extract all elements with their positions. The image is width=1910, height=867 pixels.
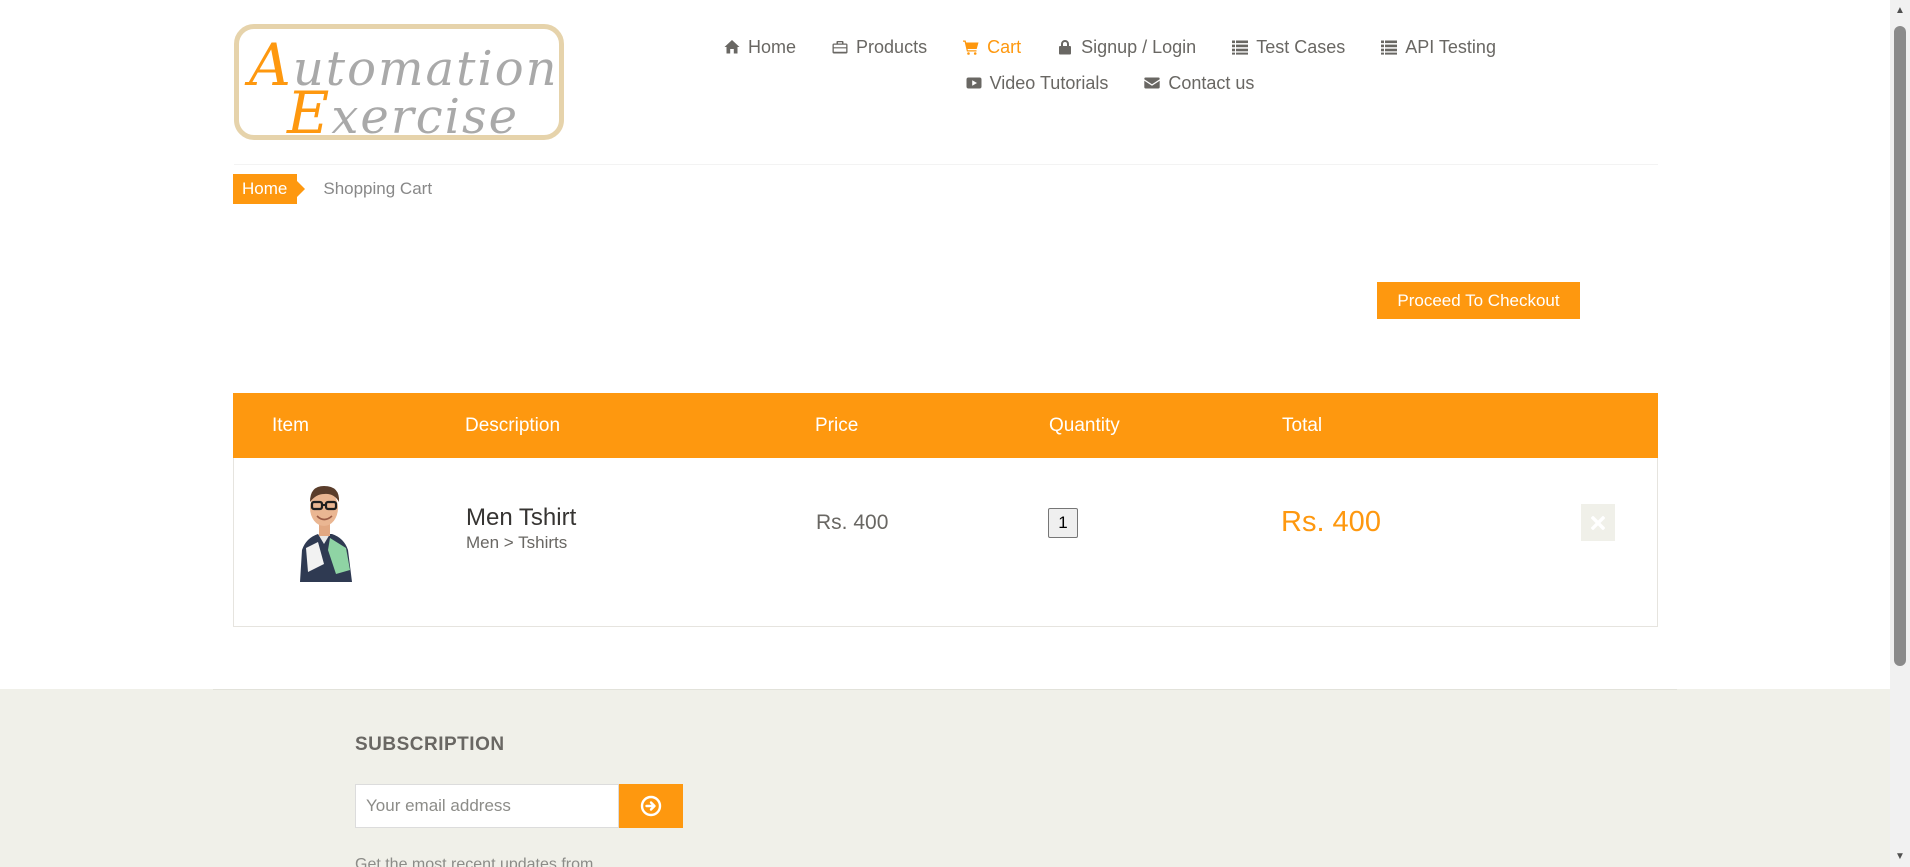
page: Automation Exercise Home Products Cart S… <box>0 0 1890 867</box>
subscription-title: SUBSCRIPTION <box>355 734 505 755</box>
subscription-text: Get the most recent updates from <box>355 856 594 867</box>
product-quantity: 1 <box>1048 508 1078 538</box>
nav-home-label: Home <box>748 36 797 57</box>
nav-contact-us[interactable]: Contact us <box>1144 72 1254 94</box>
product-total: Rs. 400 <box>1281 506 1381 538</box>
nav-signup-login-label: Signup / Login <box>1081 36 1197 57</box>
shopping-cart-icon <box>963 40 979 55</box>
site-logo[interactable]: Automation Exercise <box>234 24 564 140</box>
subscription-email-input[interactable] <box>355 784 619 828</box>
list-icon <box>1232 40 1249 55</box>
main-nav: Home Products Cart Signup / Login Test C… <box>700 36 1520 94</box>
nav-home[interactable]: Home <box>724 36 796 58</box>
breadcrumb-current: Shopping Cart <box>323 179 433 198</box>
nav-cart[interactable]: Cart <box>963 36 1021 58</box>
footer: SUBSCRIPTION Get the most recent updates… <box>0 689 1890 867</box>
product-price: Rs. 400 <box>816 511 889 534</box>
list-icon <box>1381 40 1398 55</box>
nav-api-testing-label: API Testing <box>1405 36 1496 57</box>
breadcrumb-home[interactable]: Home <box>233 174 306 204</box>
product-image[interactable] <box>294 478 354 582</box>
footer-divider <box>213 689 1677 690</box>
cart-table-header: Item Description Price Quantity Total <box>233 393 1658 458</box>
column-header-item: Item <box>272 415 309 436</box>
header-divider <box>234 164 1658 165</box>
nav-contact-us-label: Contact us <box>1168 72 1255 93</box>
nav-cart-label: Cart <box>987 36 1022 57</box>
lock-icon <box>1059 40 1072 55</box>
scroll-down-icon[interactable]: ▼ <box>1890 848 1910 865</box>
nav-signup-login[interactable]: Signup / Login <box>1057 36 1196 58</box>
logo-rest-2: xercise <box>331 89 520 140</box>
table-row: Men Tshirt Men > Tshirts Rs. 400 1 Rs. 4… <box>234 458 1657 626</box>
logo-line-2: Exercise <box>287 79 520 140</box>
column-header-total: Total <box>1282 415 1323 436</box>
briefcase-icon <box>832 41 848 54</box>
proceed-to-checkout-button[interactable]: Proceed To Checkout <box>1377 282 1580 319</box>
close-icon <box>1591 515 1605 530</box>
scrollbar-thumb[interactable] <box>1894 26 1906 666</box>
nav-products[interactable]: Products <box>832 36 927 58</box>
column-header-description: Description <box>465 415 561 436</box>
subscription-form <box>355 784 683 828</box>
youtube-play-icon <box>966 77 982 89</box>
column-header-quantity: Quantity <box>1049 415 1120 436</box>
arrow-circle-right-icon <box>640 795 662 817</box>
envelope-icon <box>1144 77 1161 89</box>
nav-products-label: Products <box>856 36 928 57</box>
breadcrumb: Home Shopping Cart <box>233 174 432 204</box>
delete-item-button[interactable] <box>1581 504 1615 541</box>
cart-table: Item Description Price Quantity Total Me… <box>233 393 1658 627</box>
product-category: Men > Tshirts <box>466 533 568 552</box>
scroll-up-icon[interactable]: ▲ <box>1890 2 1910 19</box>
nav-video-tutorials-label: Video Tutorials <box>989 72 1109 93</box>
page-scrollbar[interactable]: ▲ ▼ <box>1890 0 1910 867</box>
product-name[interactable]: Men Tshirt <box>466 504 576 532</box>
nav-video-tutorials[interactable]: Video Tutorials <box>966 72 1109 94</box>
nav-test-cases[interactable]: Test Cases <box>1232 36 1345 58</box>
logo-cap-e: E <box>287 79 332 140</box>
home-icon <box>724 40 740 54</box>
nav-test-cases-label: Test Cases <box>1256 36 1346 57</box>
nav-api-testing[interactable]: API Testing <box>1381 36 1496 58</box>
column-header-price: Price <box>815 415 859 436</box>
subscribe-button[interactable] <box>619 784 683 828</box>
